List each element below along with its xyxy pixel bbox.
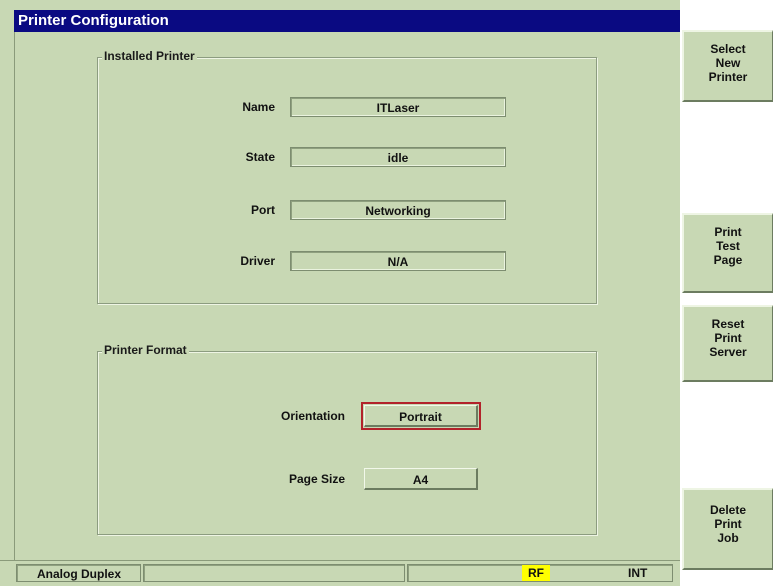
- print-test-page-button[interactable]: Print Test Page: [682, 213, 773, 293]
- status-mode: Analog Duplex: [16, 564, 141, 582]
- page-size-selector[interactable]: A4: [364, 468, 478, 490]
- state-label: State: [245, 150, 275, 164]
- int-indicator: INT: [628, 566, 648, 580]
- state-value: idle: [290, 147, 506, 167]
- reset-print-server-line3: Server: [709, 345, 747, 359]
- select-new-printer-line1: Select: [710, 42, 746, 56]
- main-panel: Installed Printer Name ITLaser State idl…: [14, 32, 681, 560]
- delete-print-job-line3: Job: [717, 531, 739, 545]
- reset-print-server-line1: Reset: [711, 317, 745, 331]
- reset-print-server-line2: Print: [714, 331, 742, 345]
- status-cell-empty: [143, 564, 405, 582]
- printer-format-legend: Printer Format: [102, 343, 189, 357]
- driver-label: Driver: [240, 254, 275, 268]
- reset-print-server-button[interactable]: Reset Print Server: [682, 305, 773, 382]
- port-value: Networking: [290, 200, 506, 220]
- name-value: ITLaser: [290, 97, 506, 117]
- name-label: Name: [242, 100, 275, 114]
- page-size-label: Page Size: [288, 472, 345, 486]
- installed-printer-legend: Installed Printer: [102, 49, 197, 63]
- select-new-printer-line3: Printer: [708, 70, 748, 84]
- window-title: Printer Configuration: [14, 10, 680, 32]
- select-new-printer-button[interactable]: Select New Printer: [682, 30, 773, 102]
- print-test-page-line2: Test: [716, 239, 740, 253]
- port-label: Port: [251, 203, 275, 217]
- delete-print-job-line2: Print: [714, 517, 742, 531]
- printer-format-group: Printer Format: [97, 343, 597, 535]
- delete-print-job-button[interactable]: Delete Print Job: [682, 488, 773, 570]
- orientation-selector[interactable]: Portrait: [361, 402, 481, 430]
- print-test-page-line1: Print: [714, 225, 742, 239]
- rf-indicator: RF: [522, 565, 550, 581]
- select-new-printer-line2: New: [715, 56, 741, 70]
- status-bar: Analog Duplex RF INT: [0, 560, 680, 586]
- orientation-label: Orientation: [280, 409, 345, 423]
- print-test-page-line3: Page: [713, 253, 743, 267]
- delete-print-job-line1: Delete: [709, 503, 747, 517]
- driver-value: N/A: [290, 251, 506, 271]
